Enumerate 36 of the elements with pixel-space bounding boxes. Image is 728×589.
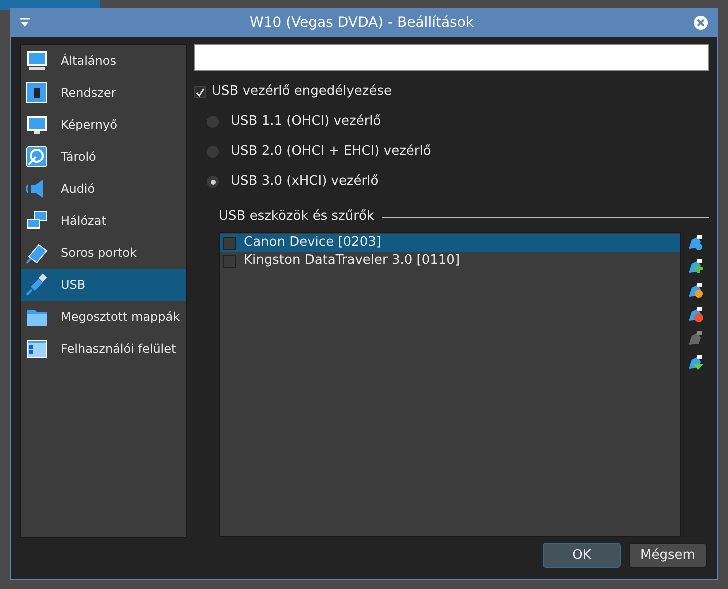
checkbox[interactable]: [194, 86, 206, 98]
usb-filter-icon[interactable]: [687, 234, 705, 252]
group-label: USB eszközök és szűrők: [219, 208, 374, 226]
filter-item[interactable]: Kingston DataTraveler 3.0 [0110]: [220, 252, 680, 270]
sidebar-item[interactable]: Rendszer: [21, 77, 186, 109]
filter-item[interactable]: Canon Device [0203]: [220, 234, 680, 252]
sidebar-item[interactable]: Tároló: [21, 141, 186, 173]
radio-button[interactable]: [207, 146, 219, 158]
monitor-icon: [25, 113, 49, 137]
ok-button[interactable]: OK: [543, 543, 621, 568]
edit-filter-icon[interactable]: [687, 282, 705, 300]
sidebar-item[interactable]: Képernyő: [21, 109, 186, 141]
window-icon: [25, 337, 49, 361]
radio-button[interactable]: [207, 116, 219, 128]
sidebar-item[interactable]: Megosztott mappák: [21, 301, 186, 333]
remove-filter-icon[interactable]: [687, 306, 705, 324]
close-icon[interactable]: [693, 15, 709, 31]
cancel-button[interactable]: Mégsem: [629, 543, 707, 568]
monitor-icon: [25, 49, 49, 73]
sidebar-item[interactable]: Felhasználói felület: [21, 333, 186, 365]
sidebar-item[interactable]: Audió: [21, 173, 186, 205]
sidebar-item[interactable]: Soros portok: [21, 237, 186, 269]
chip-icon: [25, 81, 49, 105]
menu-icon[interactable]: [19, 18, 31, 28]
move-down-icon[interactable]: [687, 354, 705, 372]
radio-button[interactable]: [207, 176, 219, 188]
radio-label: USB 2.0 (OHCI + EHCI) vezérlő: [231, 143, 432, 162]
radio-label: USB 1.1 (OHCI) vezérlő: [231, 113, 382, 132]
add-filter-icon[interactable]: [687, 258, 705, 276]
checkbox-label: USB vezérlő engedélyezése: [212, 83, 392, 102]
usb-stick-icon: [25, 273, 49, 297]
sidebar-item[interactable]: Általános: [21, 45, 186, 77]
sidebar-item[interactable]: USB: [21, 269, 186, 301]
window-title: W10 (Vegas DVDA) - Beállítások: [248, 14, 476, 32]
radio-label: USB 3.0 (xHCI) vezérlő: [231, 173, 379, 192]
sidebar-item[interactable]: Hálózat: [21, 205, 186, 237]
